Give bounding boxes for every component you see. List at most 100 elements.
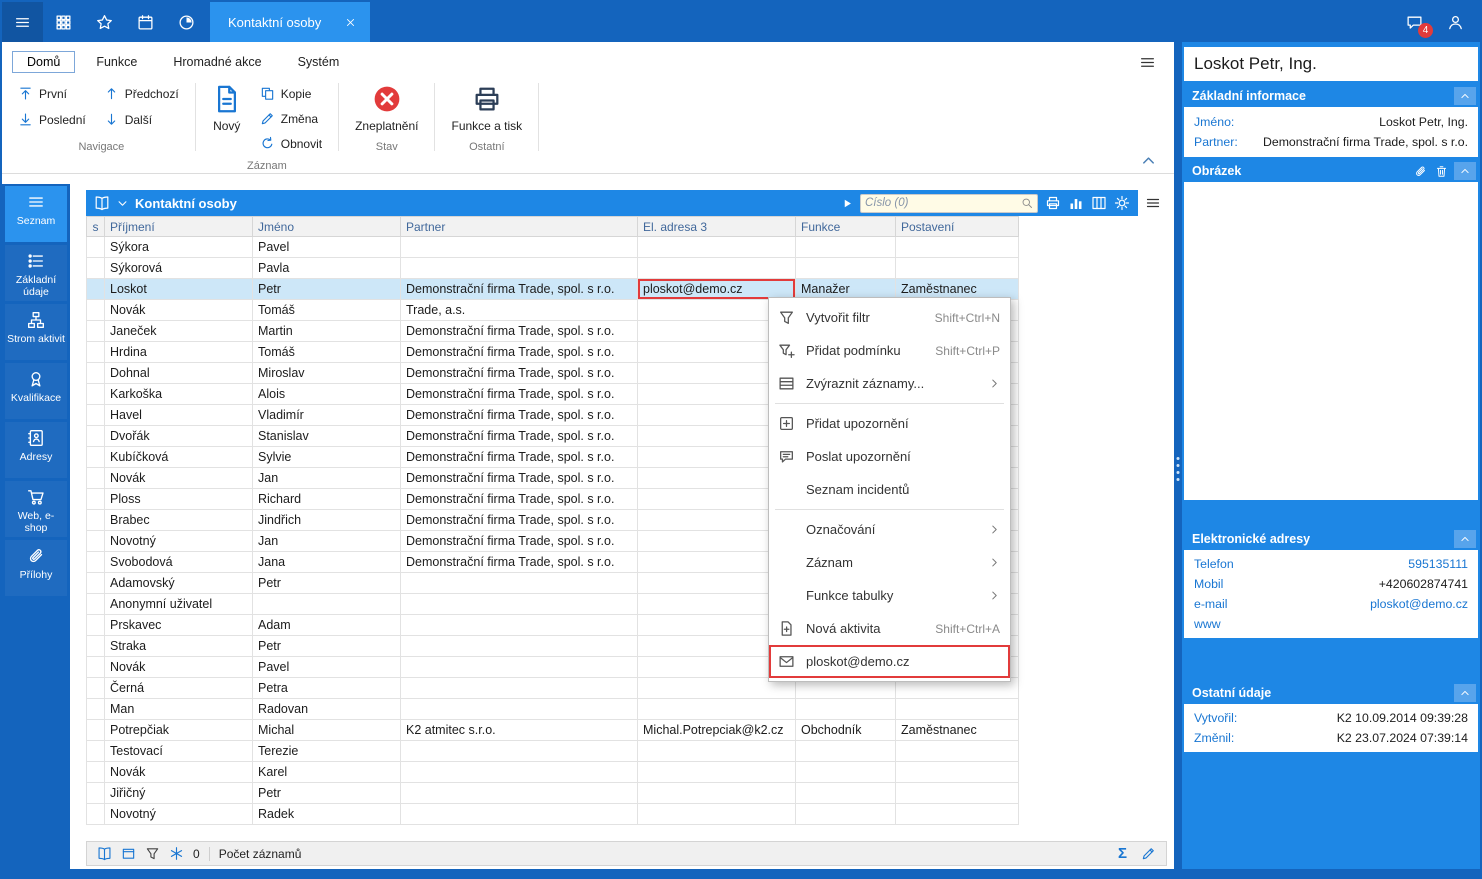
section-header-ostatni-udaje[interactable]: Ostatní údaje [1184, 682, 1478, 704]
menu-item-vytvorit-filtr[interactable]: Vytvořit filtrShift+Ctrl+N [769, 301, 1010, 334]
cell-role[interactable] [796, 783, 896, 804]
cell-status[interactable] [87, 552, 105, 573]
cell-position[interactable] [896, 741, 1019, 762]
splitter-handle[interactable] [1177, 457, 1180, 481]
table-row[interactable]: TestovacíTerezie [87, 741, 1019, 762]
table-row[interactable]: NovotnýRadek [87, 804, 1019, 825]
cell-surname[interactable]: Sýkora [105, 237, 253, 258]
menu-item-email-ploskot[interactable]: ploskot@demo.cz [769, 645, 1010, 678]
cell-status[interactable] [87, 531, 105, 552]
cell-position[interactable] [896, 804, 1019, 825]
cell-partner[interactable]: Trade, a.s. [401, 300, 638, 321]
table-menu-icon[interactable] [1145, 195, 1161, 211]
snowflake-icon[interactable] [169, 846, 184, 861]
cell-position[interactable] [896, 258, 1019, 279]
cell-role[interactable] [796, 699, 896, 720]
cell-name[interactable] [253, 594, 401, 615]
sidebar-item-adresy[interactable]: Adresy [5, 422, 67, 478]
cell-surname[interactable]: Brabec [105, 510, 253, 531]
paperclip-icon[interactable] [1414, 165, 1427, 178]
cell-status[interactable] [87, 594, 105, 615]
menu-item-funkce-tabulky[interactable]: Funkce tabulky [769, 579, 1010, 612]
cell-position[interactable] [896, 783, 1019, 804]
collapse-button[interactable] [1454, 87, 1476, 105]
user-button[interactable] [1435, 2, 1476, 42]
menu-item-oznacovani[interactable]: Označování [769, 513, 1010, 546]
panel-splitter[interactable] [1174, 42, 1182, 869]
cell-surname[interactable]: Hrdina [105, 342, 253, 363]
panel-icon[interactable] [121, 846, 136, 861]
search-icon[interactable] [1021, 197, 1033, 209]
book-icon[interactable] [94, 195, 110, 211]
sidebar-item-web-eshop[interactable]: Web, e-shop [5, 481, 67, 537]
collapse-button[interactable] [1454, 530, 1476, 548]
cell-name[interactable]: Miroslav [253, 363, 401, 384]
table-row[interactable]: JiřičnýPetr [87, 783, 1019, 804]
ribbon-tab-system[interactable]: Systém [283, 51, 355, 73]
cell-partner[interactable] [401, 741, 638, 762]
cell-partner[interactable] [401, 699, 638, 720]
cell-status[interactable] [87, 636, 105, 657]
cell-surname[interactable]: Svobodová [105, 552, 253, 573]
print-icon[interactable] [1045, 195, 1061, 211]
sidebar-item-kvalifikace[interactable]: Kvalifikace [5, 363, 67, 419]
cell-surname[interactable]: Novák [105, 657, 253, 678]
cell-status[interactable] [87, 321, 105, 342]
cell-partner[interactable]: Demonstrační firma Trade, spol. s r.o. [401, 405, 638, 426]
cell-surname[interactable]: Novotný [105, 531, 253, 552]
cell-status[interactable] [87, 237, 105, 258]
first-button[interactable]: První [14, 81, 96, 106]
cell-partner[interactable] [401, 657, 638, 678]
close-icon[interactable] [345, 17, 356, 28]
cell-surname[interactable]: Kubíčková [105, 447, 253, 468]
cell-name[interactable]: Vladimír [253, 405, 401, 426]
cell-partner[interactable]: Demonstrační firma Trade, spol. s r.o. [401, 531, 638, 552]
cell-name[interactable]: Petr [253, 573, 401, 594]
gear-icon[interactable] [1114, 195, 1130, 211]
cell-name[interactable]: Pavel [253, 237, 401, 258]
cell-partner[interactable] [401, 804, 638, 825]
previous-button[interactable]: Předchozí [100, 81, 189, 106]
cell-status[interactable] [87, 384, 105, 405]
cell-status[interactable] [87, 426, 105, 447]
sidebar-item-zakladni-udaje[interactable]: Základní údaje [5, 245, 67, 301]
cell-role[interactable] [796, 804, 896, 825]
cell-partner[interactable]: Demonstrační firma Trade, spol. s r.o. [401, 363, 638, 384]
cell-name[interactable]: Martin [253, 321, 401, 342]
collapse-button[interactable] [1454, 162, 1476, 180]
cell-status[interactable] [87, 657, 105, 678]
cell-status[interactable] [87, 510, 105, 531]
cell-surname[interactable]: Jiřičný [105, 783, 253, 804]
favorites-button[interactable] [84, 2, 125, 42]
restore-button[interactable]: Obnovit [256, 131, 332, 156]
cell-partner[interactable]: Demonstrační firma Trade, spol. s r.o. [401, 552, 638, 573]
cell-surname[interactable]: Novotný [105, 804, 253, 825]
calendar-button[interactable] [125, 2, 166, 42]
cell-name[interactable]: Richard [253, 489, 401, 510]
cell-email[interactable] [638, 741, 796, 762]
menu-item-seznam-incidentu[interactable]: Seznam incidentů [769, 473, 1010, 506]
cell-surname[interactable]: Potrepčiak [105, 720, 253, 741]
cell-name[interactable]: Michal [253, 720, 401, 741]
cell-email[interactable]: Michal.Potrepciak@k2.cz [638, 720, 796, 741]
cell-surname[interactable]: Janeček [105, 321, 253, 342]
cell-status[interactable] [87, 762, 105, 783]
cell-status[interactable] [87, 489, 105, 510]
change-button[interactable]: Změna [256, 106, 332, 131]
cell-status[interactable] [87, 447, 105, 468]
cell-partner[interactable]: Demonstrační firma Trade, spol. s r.o. [401, 279, 638, 300]
ribbon-tab-domu[interactable]: Domů [12, 51, 75, 73]
ribbon-collapse-icon[interactable] [1141, 153, 1156, 168]
cell-name[interactable]: Jan [253, 468, 401, 489]
cell-status[interactable] [87, 405, 105, 426]
column-header-postaveni[interactable]: Postavení [896, 217, 1019, 237]
section-header-zakladni-informace[interactable]: Základní informace [1184, 85, 1478, 107]
cell-surname[interactable]: Testovací [105, 741, 253, 762]
cell-position[interactable]: Zaměstnanec [896, 720, 1019, 741]
cell-status[interactable] [87, 699, 105, 720]
cell-partner[interactable] [401, 594, 638, 615]
cell-partner[interactable] [401, 615, 638, 636]
invalidate-button[interactable]: Zneplatnění [345, 81, 428, 133]
table-row[interactable]: SýkoraPavel [87, 237, 1019, 258]
sum-icon[interactable]: Σ [1118, 846, 1127, 861]
